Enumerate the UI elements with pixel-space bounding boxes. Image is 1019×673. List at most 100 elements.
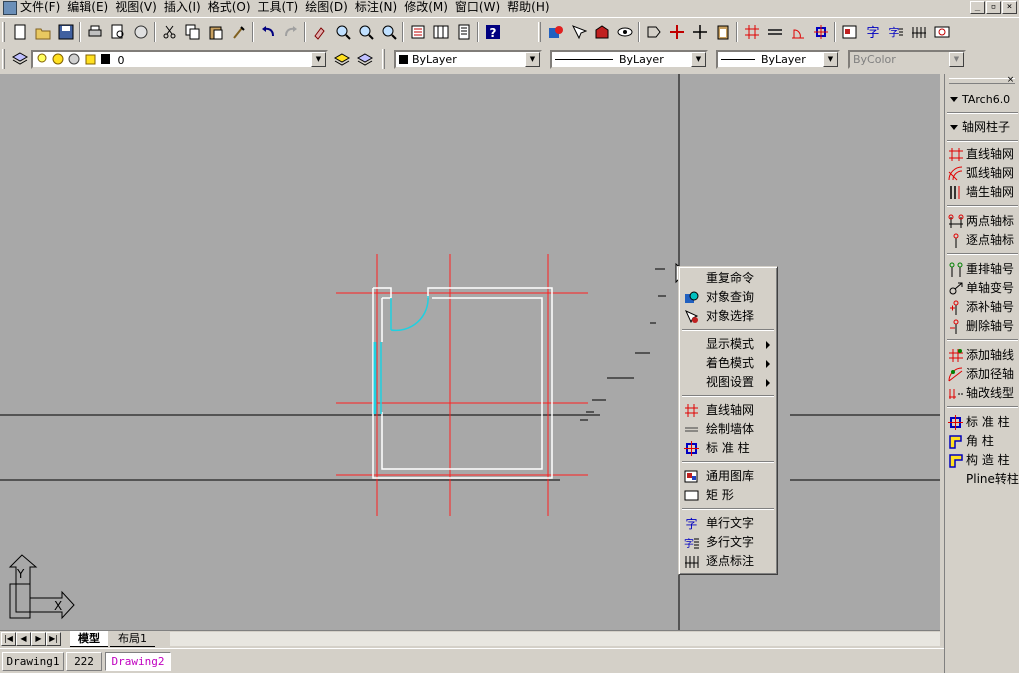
ctx-repeat-command[interactable]: 重复命令 xyxy=(679,269,777,288)
zoom-window-button[interactable] xyxy=(354,21,377,43)
standard-column-button[interactable] xyxy=(809,21,832,43)
zoom-realtime-button[interactable] xyxy=(331,21,354,43)
menu-format[interactable]: 格式(O) xyxy=(208,0,258,16)
ctx-display-mode[interactable]: 显示模式 xyxy=(679,335,777,354)
ctx-straight-axis-grid[interactable]: 直线轴网 xyxy=(679,401,777,420)
layer-previous-button[interactable] xyxy=(353,48,376,70)
help-button[interactable]: ? xyxy=(481,21,504,43)
toolbar-grip[interactable] xyxy=(382,49,385,69)
menu-help[interactable]: 帮助(H) xyxy=(507,0,556,16)
tool-palettes-button[interactable] xyxy=(452,21,475,43)
side-item-single-axis-change[interactable]: 单轴变号 xyxy=(948,279,1019,298)
side-item-point-axis-label[interactable]: 逐点轴标 xyxy=(948,231,1019,250)
side-item-corner-column[interactable]: 角 柱 xyxy=(948,432,1019,451)
shade-button[interactable] xyxy=(590,21,613,43)
print-button[interactable] xyxy=(83,21,106,43)
object-select-button[interactable] xyxy=(567,21,590,43)
undo-button[interactable] xyxy=(256,21,279,43)
prev-tab-button[interactable]: ◀ xyxy=(16,632,31,646)
menu-view[interactable]: 视图(V) xyxy=(115,0,164,16)
tab-model[interactable]: 模型 xyxy=(70,631,108,647)
ctx-shade-mode[interactable]: 着色模式 xyxy=(679,354,777,373)
insert-door-button[interactable] xyxy=(786,21,809,43)
clipboard-button[interactable] xyxy=(711,21,734,43)
stretch-button[interactable] xyxy=(688,21,711,43)
menu-draw[interactable]: 绘图(D) xyxy=(305,0,355,16)
axis-grid-button[interactable] xyxy=(740,21,763,43)
minimize-button[interactable]: _ xyxy=(970,1,985,14)
color-dropdown-arrow[interactable]: ▼ xyxy=(525,52,540,67)
menu-file[interactable]: 文件(F) xyxy=(20,0,67,16)
side-item-two-point-axis-label[interactable]: 两点轴标 xyxy=(948,212,1019,231)
color-combo[interactable]: ByLayer ▼ xyxy=(394,50,542,69)
ctx-single-line-text[interactable]: 字 单行文字 xyxy=(679,514,777,533)
linetype-dropdown-arrow[interactable]: ▼ xyxy=(691,52,706,67)
ctx-object-select[interactable]: 对象选择 xyxy=(679,307,777,326)
ctx-general-library[interactable]: 通用图库 xyxy=(679,467,777,486)
doc-tab-drawing1[interactable]: Drawing1 xyxy=(2,652,64,671)
menu-tools[interactable]: 工具(T) xyxy=(258,0,306,16)
first-tab-button[interactable]: |◀ xyxy=(1,632,16,646)
paste-button[interactable] xyxy=(204,21,227,43)
horizontal-scrollbar[interactable] xyxy=(170,632,940,646)
cut-button[interactable] xyxy=(158,21,181,43)
redo-button[interactable] xyxy=(279,21,302,43)
ctx-multiline-text[interactable]: 字 多行文字 xyxy=(679,533,777,552)
properties-button[interactable] xyxy=(406,21,429,43)
make-object-layer-current-button[interactable] xyxy=(330,48,353,70)
toolbar-grip[interactable] xyxy=(2,22,5,42)
save-button[interactable] xyxy=(54,21,77,43)
open-button[interactable] xyxy=(31,21,54,43)
lineweight-combo[interactable]: ByLayer ▼ xyxy=(716,50,840,69)
layer-combo[interactable]: 0 ▼ xyxy=(31,50,328,69)
ctx-draw-wall[interactable]: 绘制墙体 xyxy=(679,420,777,439)
view-eye-button[interactable] xyxy=(613,21,636,43)
close-button[interactable]: × xyxy=(1002,1,1017,14)
multiline-text-button[interactable]: 字 xyxy=(884,21,907,43)
side-item-straight-grid[interactable]: 直线轴网 xyxy=(948,145,1019,164)
drawing-canvas[interactable]: Y X xyxy=(0,74,940,630)
side-item-renumber[interactable]: 重排轴号 xyxy=(948,260,1019,279)
ctx-standard-column[interactable]: 标 准 柱 xyxy=(679,439,777,458)
layer-dropdown-arrow[interactable]: ▼ xyxy=(311,52,326,67)
side-item-delete-axis-number[interactable]: 删除轴号 xyxy=(948,317,1019,336)
ctx-rectangle[interactable]: 矩 形 xyxy=(679,486,777,505)
object-query-button[interactable] xyxy=(544,21,567,43)
side-item-add-axis-number[interactable]: 添补轴号 xyxy=(948,298,1019,317)
layer-manager-button[interactable] xyxy=(8,48,31,70)
toolbar-grip[interactable] xyxy=(538,22,541,42)
menu-window[interactable]: 窗口(W) xyxy=(455,0,507,16)
menu-edit[interactable]: 编辑(E) xyxy=(67,0,115,16)
zoom-previous-button[interactable] xyxy=(377,21,400,43)
side-item-arc-grid[interactable]: 弧线轴网 xyxy=(948,164,1019,183)
design-center-button[interactable] xyxy=(429,21,452,43)
lineweight-dropdown-arrow[interactable]: ▼ xyxy=(823,52,838,67)
tab-layout1[interactable]: 布局1 xyxy=(110,631,155,647)
match-properties-button[interactable] xyxy=(227,21,250,43)
doc-tab-222[interactable]: 222 xyxy=(66,652,102,671)
panel-title-row[interactable]: TArch6.0 xyxy=(949,90,1019,110)
panel-section-header[interactable]: 轴网柱子 xyxy=(949,117,1019,137)
panel-close-button[interactable]: × xyxy=(1005,75,1016,86)
restore-button[interactable]: ▫ xyxy=(986,1,1001,14)
menu-modify[interactable]: 修改(M) xyxy=(404,0,455,16)
toolbar-grip[interactable] xyxy=(2,49,5,69)
pan-realtime-button[interactable] xyxy=(308,21,331,43)
side-item-add-radial-axis[interactable]: 添加径轴 xyxy=(948,365,1019,384)
library-button[interactable] xyxy=(838,21,861,43)
side-item-add-axis-line[interactable]: 添加轴线 xyxy=(948,346,1019,365)
app-icon[interactable] xyxy=(3,1,17,15)
side-item-wall-grid[interactable]: 墙生轴网 xyxy=(948,183,1019,202)
ctx-object-query[interactable]: 对象查询 xyxy=(679,288,777,307)
ctx-view-settings[interactable]: 视图设置 xyxy=(679,373,777,392)
doc-tab-drawing2[interactable]: Drawing2 xyxy=(105,652,171,671)
single-text-button[interactable]: 字 xyxy=(861,21,884,43)
menu-dimension[interactable]: 标注(N) xyxy=(355,0,404,16)
copy-button[interactable] xyxy=(181,21,204,43)
side-item-pline-to-column[interactable]: Pline转柱 xyxy=(948,470,1019,489)
last-tab-button[interactable]: ▶| xyxy=(46,632,61,646)
move-button[interactable] xyxy=(665,21,688,43)
preview-button[interactable] xyxy=(106,21,129,43)
next-tab-button[interactable]: ▶ xyxy=(31,632,46,646)
menu-insert[interactable]: 插入(I) xyxy=(164,0,208,16)
